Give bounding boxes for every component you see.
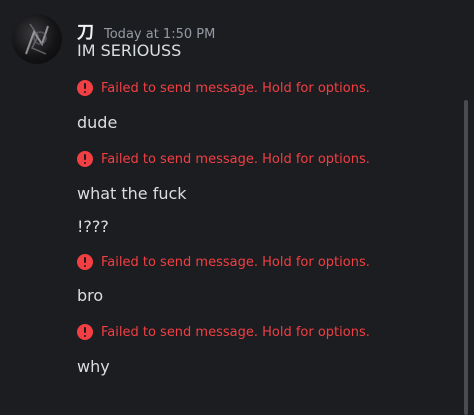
error-icon	[77, 151, 93, 167]
error-icon	[77, 324, 93, 340]
send-error[interactable]: Failed to send message. Hold for options…	[77, 322, 370, 342]
message-text[interactable]: bro	[77, 285, 103, 307]
error-icon	[77, 80, 93, 96]
error-icon	[77, 254, 93, 270]
message-text[interactable]: IM SERIOUSS	[77, 40, 181, 62]
scrollbar[interactable]	[464, 100, 468, 415]
message-text[interactable]: what the fuck	[77, 183, 187, 205]
send-error-text: Failed to send message. Hold for options…	[101, 324, 370, 340]
send-error-text: Failed to send message. Hold for options…	[101, 80, 370, 96]
message-text[interactable]: !???	[77, 216, 109, 238]
send-error[interactable]: Failed to send message. Hold for options…	[77, 252, 370, 272]
message-header: 刀 Today at 1:50 PM	[77, 18, 215, 43]
send-error[interactable]: Failed to send message. Hold for options…	[77, 149, 370, 169]
send-error-text: Failed to send message. Hold for options…	[101, 151, 370, 167]
avatar-image	[25, 23, 49, 55]
send-error-text: Failed to send message. Hold for options…	[101, 254, 370, 270]
avatar[interactable]	[12, 14, 62, 64]
message-text[interactable]: why	[77, 356, 110, 378]
message-text[interactable]: dude	[77, 112, 117, 134]
send-error[interactable]: Failed to send message. Hold for options…	[77, 78, 370, 98]
